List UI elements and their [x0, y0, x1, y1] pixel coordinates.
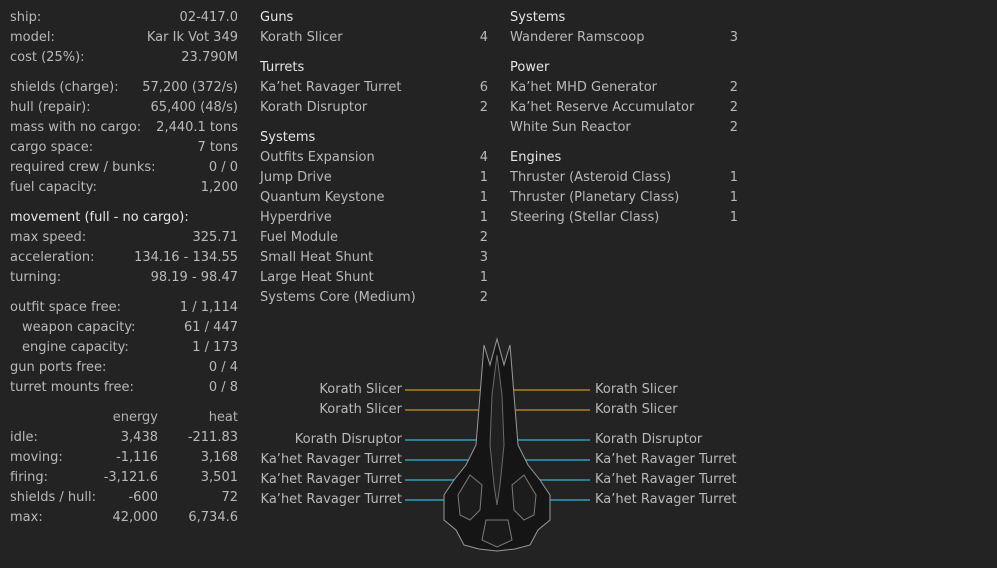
- heat-column-header: heat: [208, 410, 238, 425]
- hardpoint-label-left[interactable]: Korath Disruptor: [295, 431, 402, 449]
- outfit-item[interactable]: Thruster (Asteroid Class) 1: [510, 169, 738, 187]
- outfit-item[interactable]: Steering (Stellar Class) 1: [510, 209, 738, 227]
- power-header: Power: [510, 60, 550, 75]
- hardpoint-label-right[interactable]: Ka’het Ravager Turret: [595, 491, 736, 509]
- outfit-item[interactable]: Outfits Expansion 4: [260, 149, 488, 167]
- systems-header: Systems: [260, 130, 316, 145]
- energy-row: moving: -1,116 3,168: [10, 450, 238, 465]
- stat-shields: shields (charge): 57,200 (372/s): [10, 80, 238, 95]
- outfit-item[interactable]: Large Heat Shunt 1: [260, 269, 488, 287]
- hardpoint-label-right[interactable]: Korath Slicer: [595, 381, 678, 399]
- hardpoint-label-left[interactable]: Korath Slicer: [319, 381, 402, 399]
- guns-header: Guns: [260, 10, 294, 25]
- hardpoint-label-right[interactable]: Korath Disruptor: [595, 431, 702, 449]
- outfit-item[interactable]: Systems Core (Medium) 2: [260, 289, 488, 307]
- energy-column-header: energy: [112, 410, 158, 425]
- movement-header: movement (full - no cargo):: [10, 210, 189, 225]
- outfit-item[interactable]: White Sun Reactor 2: [510, 119, 738, 137]
- stat-acceleration: acceleration: 134.16 - 134.55: [10, 250, 238, 265]
- energy-row: max: 42,000 6,734.6: [10, 510, 238, 525]
- outfit-item[interactable]: Ka’het Ravager Turret 6: [260, 79, 488, 97]
- hardpoint-label-left[interactable]: Ka’het Ravager Turret: [261, 491, 402, 509]
- energy-heat-header: energy heat: [10, 409, 238, 427]
- outfit-item[interactable]: Fuel Module 2: [260, 229, 488, 247]
- stat-weapon-capacity: weapon capacity: 61 / 447: [22, 320, 238, 335]
- turrets-header: Turrets: [260, 60, 305, 75]
- systems-header: Systems: [510, 10, 566, 25]
- energy-row: shields / hull: -600 72: [10, 490, 238, 505]
- outfit-item[interactable]: Korath Slicer 4: [260, 29, 488, 47]
- hardpoint-label-right[interactable]: Ka’het Ravager Turret: [595, 471, 736, 489]
- stat-fuel: fuel capacity: 1,200: [10, 180, 238, 195]
- outfit-item[interactable]: Small Heat Shunt 3: [260, 249, 488, 267]
- stat-ship: ship: 02-417.0: [10, 10, 238, 25]
- hardpoint-label-right[interactable]: Ka’het Ravager Turret: [595, 451, 736, 469]
- stat-gun-ports: gun ports free: 0 / 4: [10, 360, 238, 375]
- stat-turning: turning: 98.19 - 98.47: [10, 270, 238, 285]
- ship-sprite-icon: [405, 337, 590, 552]
- outfit-item[interactable]: Wanderer Ramscoop 3: [510, 29, 738, 47]
- stat-engine-capacity: engine capacity: 1 / 173: [22, 340, 238, 355]
- outfit-item[interactable]: Ka’het MHD Generator 2: [510, 79, 738, 97]
- energy-row: idle: 3,438 -211.83: [10, 430, 238, 445]
- engines-header: Engines: [510, 150, 562, 165]
- hardpoint-label-right[interactable]: Korath Slicer: [595, 401, 678, 419]
- stat-turret-mounts: turret mounts free: 0 / 8: [10, 380, 238, 395]
- hardpoint-label-left[interactable]: Ka’het Ravager Turret: [261, 451, 402, 469]
- hardpoint-label-left[interactable]: Korath Slicer: [319, 401, 402, 419]
- outfit-item[interactable]: Hyperdrive 1: [260, 209, 488, 227]
- stat-speed: max speed: 325.71: [10, 230, 238, 245]
- outfit-item[interactable]: Korath Disruptor 2: [260, 99, 488, 117]
- outfit-item[interactable]: Quantum Keystone 1: [260, 189, 488, 207]
- stat-cost: cost (25%): 23.790M: [10, 50, 238, 65]
- outfit-item[interactable]: Jump Drive 1: [260, 169, 488, 187]
- energy-row: firing: -3,121.6 3,501: [10, 470, 238, 485]
- hardpoint-label-left[interactable]: Ka’het Ravager Turret: [261, 471, 402, 489]
- outfit-item[interactable]: Thruster (Planetary Class) 1: [510, 189, 738, 207]
- outfit-item[interactable]: Ka’het Reserve Accumulator 2: [510, 99, 738, 117]
- ship-hull: [443, 337, 551, 552]
- stat-model: model: Kar Ik Vot 349: [10, 30, 238, 45]
- stat-crew: required crew / bunks: 0 / 0: [10, 160, 238, 175]
- stat-outfit-space: outfit space free: 1 / 1,114: [10, 300, 238, 315]
- stat-mass: mass with no cargo: 2,440.1 tons: [10, 120, 238, 135]
- stat-cargo: cargo space: 7 tons: [10, 140, 238, 155]
- stat-hull: hull (repair): 65,400 (48/s): [10, 100, 238, 115]
